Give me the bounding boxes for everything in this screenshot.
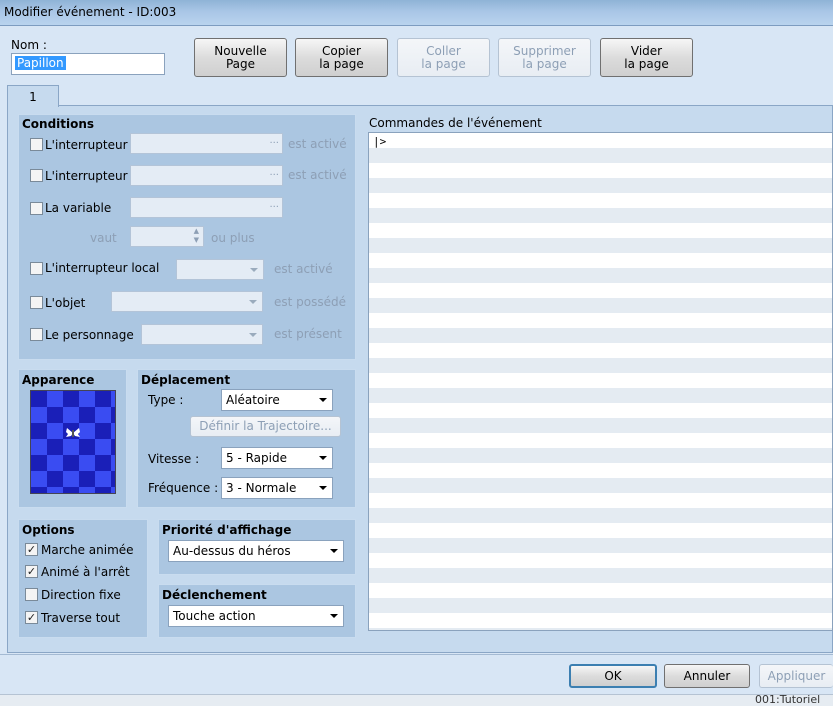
switch1-label: L'interrupteur [45,138,128,152]
variable-or-more: ou plus [211,231,255,245]
copy-page-button[interactable]: Copier la page [295,38,388,77]
spin-up-icon[interactable]: ▲ [194,227,199,235]
title-bar: Modifier événement - ID:003 [0,0,833,26]
copy-page-line2: la page [319,57,364,71]
move-speed-value: 5 - Rapide [226,451,287,465]
switch1-selector[interactable]: ... [130,133,283,154]
chevron-down-icon [249,300,257,304]
appearance-title: Apparence [22,373,95,387]
clear-page-button[interactable]: Vider la page [600,38,693,77]
command-list[interactable]: |> [368,132,833,631]
chevron-down-icon [319,486,327,490]
actor-label: Le personnage [45,328,134,342]
variable-worth-label: vaut [90,231,117,245]
commands-title: Commandes de l'événement [369,116,542,130]
actor-suffix: est présent [274,327,342,341]
chevron-down-icon [330,614,338,618]
move-type-dropdown[interactable]: Aléatoire [221,389,333,411]
name-value: Papillon [15,56,66,70]
self-switch-checkbox[interactable] [30,262,43,275]
window-title: Modifier événement - ID:003 [4,5,177,19]
apply-button[interactable]: Appliquer [759,664,833,688]
variable-selector[interactable]: ... [130,197,283,218]
move-frequency-label: Fréquence : [148,481,219,495]
define-route-label: Définir la Trajectoire... [199,419,332,433]
ok-button[interactable]: OK [569,664,657,688]
walk-anim-label: Marche animée [41,543,134,557]
footer-divider [0,654,833,655]
conditions-title: Conditions [22,117,95,131]
variable-checkbox[interactable] [30,202,43,215]
variable-label: La variable [45,201,112,215]
cancel-button[interactable]: Annuler [664,664,750,688]
switch1-suffix: est activé [288,137,347,151]
priority-title: Priorité d'affichage [162,523,292,537]
move-type-value: Aléatoire [226,393,280,407]
paste-page-line2: la page [421,57,466,71]
delete-page-button[interactable]: Supprimer la page [498,38,591,77]
name-input[interactable]: Papillon [11,53,165,75]
item-dropdown[interactable] [111,291,263,312]
chevron-down-icon [250,268,258,272]
actor-checkbox[interactable] [30,328,43,341]
variable-ellipsis: ... [269,199,279,210]
self-switch-label: L'interrupteur local [45,261,160,275]
movement-title: Déplacement [141,373,231,387]
step-anim-checkbox[interactable]: ✓ [25,565,38,578]
ok-label: OK [604,669,622,683]
cancel-label: Annuler [683,669,731,683]
graphic-preview[interactable] [30,390,116,494]
priority-value: Au-dessus du héros [173,544,291,558]
define-route-button[interactable]: Définir la Trajectoire... [190,416,341,437]
item-checkbox[interactable] [30,296,43,309]
chevron-down-icon [319,398,327,402]
tab-label: 1 [29,90,37,104]
self-switch-suffix: est activé [274,262,333,276]
through-label: Traverse tout [41,611,121,625]
step-anim-label: Animé à l'arrêt [41,565,130,579]
apply-label: Appliquer [767,669,826,683]
command-line[interactable]: |> [373,135,386,148]
actor-dropdown[interactable] [141,324,263,345]
variable-value-spinner[interactable]: ▲ ▼ [130,226,204,247]
switch2-label: L'interrupteur [45,169,128,183]
new-page-button[interactable]: Nouvelle Page [194,38,287,77]
priority-dropdown[interactable]: Au-dessus du héros [168,540,344,562]
paste-page-button[interactable]: Coller la page [397,38,490,77]
options-title: Options [22,523,75,537]
butterfly-sprite-icon [66,428,80,437]
move-frequency-value: 3 - Normale [226,481,297,495]
chevron-down-icon [249,333,257,337]
switch2-checkbox[interactable] [30,169,43,182]
move-type-label: Type : [148,393,184,407]
chevron-down-icon [330,549,338,553]
switch2-suffix: est activé [288,168,347,182]
move-speed-dropdown[interactable]: 5 - Rapide [221,447,333,469]
tab-page-1[interactable]: 1 [7,85,59,107]
direction-fix-checkbox[interactable] [25,588,38,601]
status-bar: 001:Tutoriel [0,694,833,706]
switch1-checkbox[interactable] [30,138,43,151]
switch1-ellipsis: ... [269,135,279,146]
through-checkbox[interactable]: ✓ [25,611,38,624]
walk-anim-checkbox[interactable]: ✓ [25,543,38,556]
switch2-selector[interactable]: ... [130,165,283,186]
move-frequency-dropdown[interactable]: 3 - Normale [221,477,333,499]
trigger-value: Touche action [173,609,256,623]
item-suffix: est possédé [274,295,346,309]
status-text: 001:Tutoriel [755,694,821,706]
new-page-line2: Page [225,57,256,71]
spin-down-icon[interactable]: ▼ [194,236,199,244]
move-speed-label: Vitesse : [148,452,200,466]
delete-page-line2: la page [522,57,567,71]
trigger-dropdown[interactable]: Touche action [168,605,344,627]
direction-fix-label: Direction fixe [41,588,121,602]
self-switch-dropdown[interactable] [176,259,264,280]
chevron-down-icon [319,456,327,460]
item-label: L'objet [45,296,86,310]
clear-page-line2: la page [624,57,669,71]
switch2-ellipsis: ... [269,167,279,178]
name-label: Nom : [11,38,47,52]
trigger-title: Déclenchement [162,588,267,602]
